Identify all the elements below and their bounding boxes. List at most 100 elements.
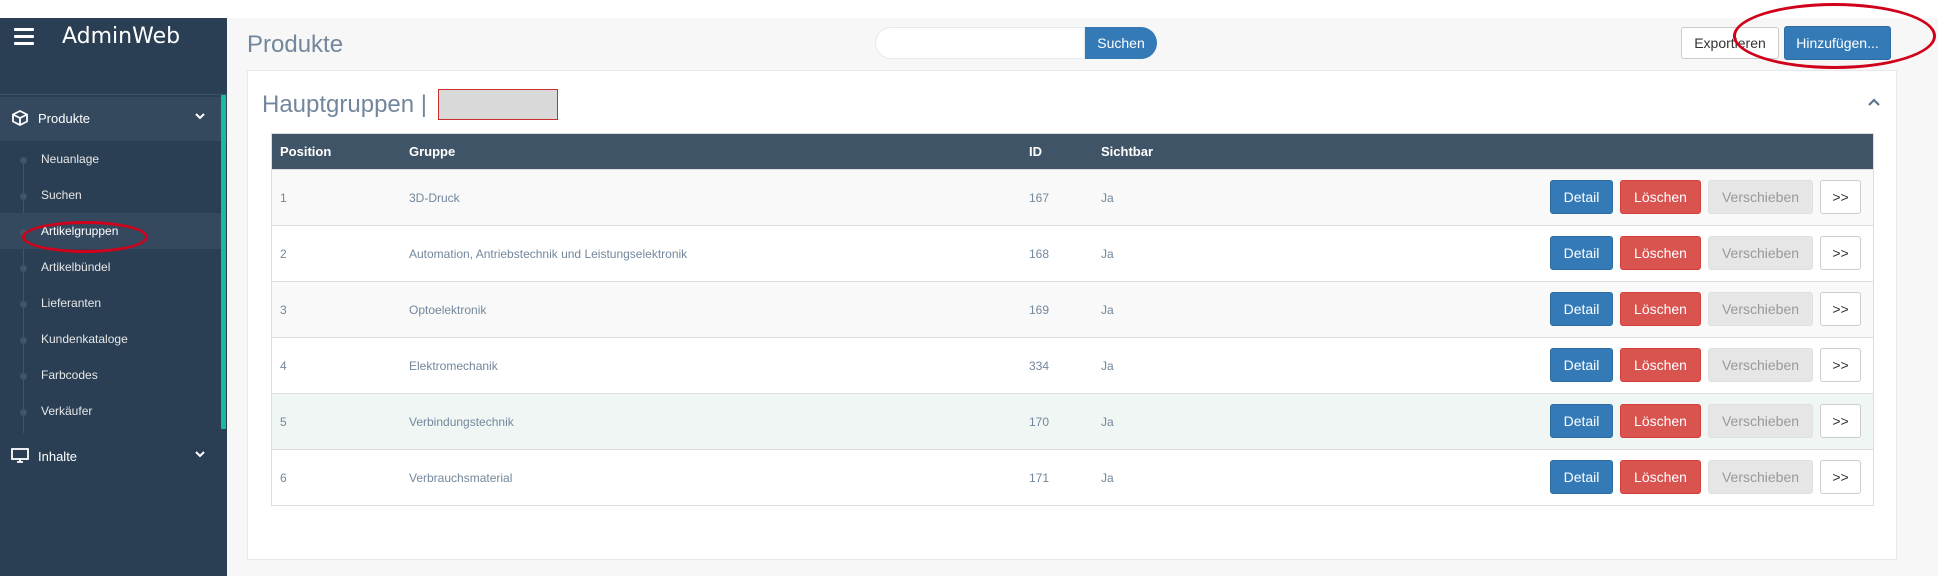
delete-button[interactable]: Löschen bbox=[1620, 404, 1701, 438]
cell-position: 5 bbox=[280, 415, 287, 429]
next-button[interactable]: >> bbox=[1820, 460, 1861, 494]
hamburger-menu-icon[interactable] bbox=[14, 28, 34, 45]
monitor-icon bbox=[11, 448, 29, 463]
cell-id: 169 bbox=[1029, 303, 1050, 317]
sidebar-item-label: Artikelbündel bbox=[41, 260, 111, 274]
column-header: ID bbox=[1029, 144, 1042, 159]
add-button[interactable]: Hinzufügen... bbox=[1784, 26, 1891, 60]
column-header: Gruppe bbox=[409, 144, 456, 159]
sidebar-section-produkte[interactable]: Produkte bbox=[0, 97, 227, 141]
table-header: Position Gruppe ID Sichtbar bbox=[272, 134, 1873, 169]
redacted-box bbox=[438, 89, 558, 120]
main-content: Produkte Suchen Exportieren Hinzufügen..… bbox=[227, 18, 1938, 576]
move-button[interactable]: Verschieben bbox=[1708, 292, 1813, 326]
delete-button[interactable]: Löschen bbox=[1620, 180, 1701, 214]
sidebar-item-label: Lieferanten bbox=[41, 296, 102, 310]
sidebar-item-lieferanten[interactable]: Lieferanten bbox=[0, 285, 221, 321]
next-button[interactable]: >> bbox=[1820, 348, 1861, 382]
move-button[interactable]: Verschieben bbox=[1708, 180, 1813, 214]
cell-group: Verbrauchsmaterial bbox=[409, 471, 513, 485]
table-row: 4 Elektromechanik 334 Ja Detail Löschen … bbox=[272, 337, 1873, 393]
cell-id: 168 bbox=[1029, 247, 1050, 261]
sidebar: AdminWeb Produkte Neuanlage Suchen Artik… bbox=[0, 18, 227, 576]
cell-position: 4 bbox=[280, 359, 287, 373]
cell-visible: Ja bbox=[1101, 359, 1114, 373]
detail-button[interactable]: Detail bbox=[1550, 236, 1613, 270]
table-row: 1 3D-Druck 167 Ja Detail Löschen Verschi… bbox=[272, 169, 1873, 225]
active-section-indicator bbox=[221, 95, 226, 429]
detail-button[interactable]: Detail bbox=[1550, 348, 1613, 382]
cell-position: 3 bbox=[280, 303, 287, 317]
search-button[interactable]: Suchen bbox=[1085, 27, 1157, 59]
cell-visible: Ja bbox=[1101, 415, 1114, 429]
sidebar-section-label: Inhalte bbox=[38, 449, 78, 464]
sidebar-item-artikelbuendel[interactable]: Artikelbündel bbox=[0, 249, 221, 285]
detail-button[interactable]: Detail bbox=[1550, 180, 1613, 214]
move-button[interactable]: Verschieben bbox=[1708, 348, 1813, 382]
groups-panel: Hauptgruppen | Position Gruppe ID Sichtb… bbox=[247, 70, 1897, 560]
cell-position: 1 bbox=[280, 191, 287, 205]
cell-id: 334 bbox=[1029, 359, 1050, 373]
column-header: Position bbox=[280, 144, 332, 159]
sidebar-item-verkaeufer[interactable]: Verkäufer bbox=[0, 393, 221, 429]
sidebar-item-label: Verkäufer bbox=[41, 404, 93, 418]
sidebar-item-farbcodes[interactable]: Farbcodes bbox=[0, 357, 221, 393]
cube-icon bbox=[12, 110, 28, 126]
detail-button[interactable]: Detail bbox=[1550, 460, 1613, 494]
bullet-icon bbox=[20, 301, 27, 308]
sidebar-item-artikelgruppen[interactable]: Artikelgruppen bbox=[0, 213, 221, 249]
groups-table: Position Gruppe ID Sichtbar 1 3D-Druck 1… bbox=[271, 133, 1874, 506]
bullet-icon bbox=[20, 193, 27, 200]
next-button[interactable]: >> bbox=[1820, 404, 1861, 438]
bullet-icon bbox=[20, 337, 27, 344]
sidebar-item-neuanlage[interactable]: Neuanlage bbox=[0, 141, 221, 177]
sidebar-item-label: Neuanlage bbox=[41, 152, 100, 166]
cell-id: 167 bbox=[1029, 191, 1050, 205]
search-bar: Suchen bbox=[875, 27, 1157, 59]
cell-group: 3D-Druck bbox=[409, 191, 460, 205]
move-button[interactable]: Verschieben bbox=[1708, 460, 1813, 494]
delete-button[interactable]: Löschen bbox=[1620, 460, 1701, 494]
sidebar-item-label: Suchen bbox=[41, 188, 82, 202]
brand: AdminWeb bbox=[0, 18, 227, 94]
delete-button[interactable]: Löschen bbox=[1620, 348, 1701, 382]
cell-position: 6 bbox=[280, 471, 287, 485]
table-row: 2 Automation, Antriebstechnik und Leistu… bbox=[272, 225, 1873, 281]
move-button[interactable]: Verschieben bbox=[1708, 404, 1813, 438]
chevron-up-icon[interactable] bbox=[1868, 97, 1880, 107]
delete-button[interactable]: Löschen bbox=[1620, 292, 1701, 326]
next-button[interactable]: >> bbox=[1820, 180, 1861, 214]
sidebar-item-label: Kundenkataloge bbox=[41, 332, 128, 346]
sidebar-divider bbox=[0, 94, 227, 95]
sidebar-item-suchen[interactable]: Suchen bbox=[0, 177, 221, 213]
cell-visible: Ja bbox=[1101, 247, 1114, 261]
cell-visible: Ja bbox=[1101, 303, 1114, 317]
detail-button[interactable]: Detail bbox=[1550, 404, 1613, 438]
search-input[interactable] bbox=[875, 27, 1085, 59]
export-button[interactable]: Exportieren bbox=[1681, 27, 1779, 59]
sidebar-item-kundenkataloge[interactable]: Kundenkataloge bbox=[0, 321, 221, 357]
cell-group: Elektromechanik bbox=[409, 359, 498, 373]
sidebar-item-label: Artikelgruppen bbox=[41, 224, 119, 238]
move-button[interactable]: Verschieben bbox=[1708, 236, 1813, 270]
next-button[interactable]: >> bbox=[1820, 292, 1861, 326]
detail-button[interactable]: Detail bbox=[1550, 292, 1613, 326]
cell-id: 170 bbox=[1029, 415, 1050, 429]
sidebar-section-label: Produkte bbox=[38, 111, 91, 126]
cell-group: Automation, Antriebstechnik und Leistung… bbox=[409, 247, 688, 261]
bullet-icon bbox=[20, 373, 27, 380]
table-row: 5 Verbindungstechnik 170 Ja Detail Lösch… bbox=[272, 393, 1873, 449]
chevron-down-icon bbox=[195, 451, 205, 458]
sidebar-section-inhalte[interactable]: Inhalte bbox=[0, 435, 227, 479]
column-header: Sichtbar bbox=[1101, 144, 1154, 159]
next-button[interactable]: >> bbox=[1820, 236, 1861, 270]
table-row: 6 Verbrauchsmaterial 171 Ja Detail Lösch… bbox=[272, 449, 1873, 505]
cell-id: 171 bbox=[1029, 471, 1050, 485]
cell-group: Verbindungstechnik bbox=[409, 415, 514, 429]
delete-button[interactable]: Löschen bbox=[1620, 236, 1701, 270]
bullet-icon bbox=[20, 229, 27, 236]
bullet-icon bbox=[20, 157, 27, 164]
cell-group: Optoelektronik bbox=[409, 303, 487, 317]
bullet-icon bbox=[20, 409, 27, 416]
cell-visible: Ja bbox=[1101, 471, 1114, 485]
